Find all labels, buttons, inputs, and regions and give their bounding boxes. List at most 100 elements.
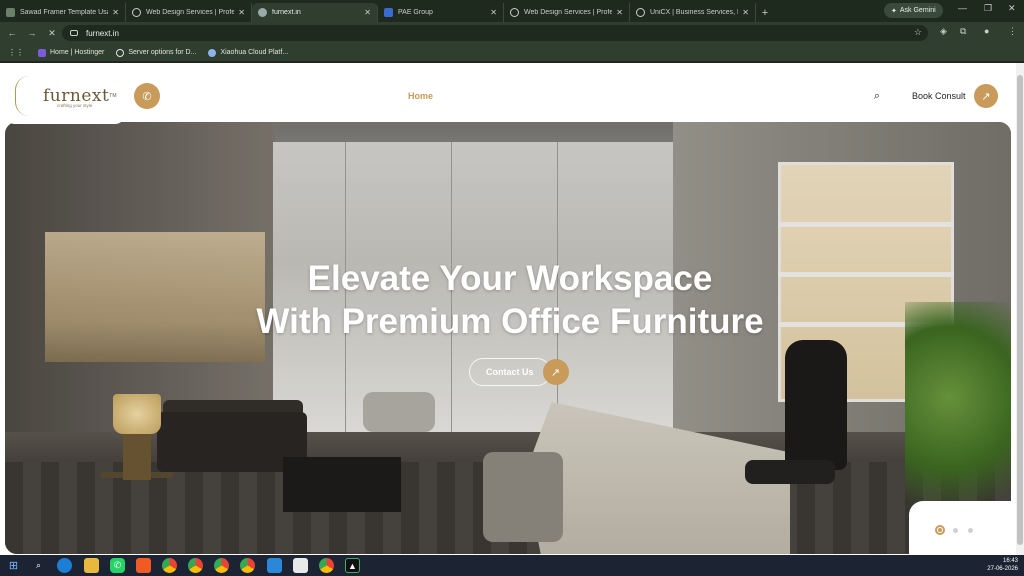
windows-start-icon[interactable]: ⊞ bbox=[6, 558, 21, 573]
address-bar[interactable]: furnext.in ☆ bbox=[62, 25, 928, 41]
slider-dot-2[interactable] bbox=[953, 528, 958, 533]
nav-products[interactable]: Products bbox=[584, 91, 623, 101]
site-info-icon[interactable] bbox=[70, 30, 78, 36]
book-consult-label: Book Consult bbox=[912, 91, 966, 101]
nav-home[interactable]: Home bbox=[408, 91, 433, 101]
file-explorer-icon[interactable] bbox=[84, 558, 99, 573]
chrome-icon[interactable] bbox=[188, 558, 203, 573]
page-viewport: furnext TM crafting your style ✆ +91-756… bbox=[0, 63, 1016, 555]
bookmark-item[interactable]: Server options for D... bbox=[116, 48, 197, 57]
scrollbar-thumb[interactable] bbox=[1017, 75, 1023, 545]
tab-title: UniCX | Business Services, Expe bbox=[650, 9, 738, 16]
phone-number: +91-75686-95111 bbox=[166, 91, 237, 101]
browser-tab-1[interactable]: Sawad Framer Template Usage ✕ bbox=[0, 3, 126, 22]
stop-loading-icon[interactable]: ✕ bbox=[44, 25, 60, 41]
tab-title: Sawad Framer Template Usage bbox=[20, 9, 108, 16]
pae-icon bbox=[384, 8, 393, 17]
bookmark-item[interactable]: Xiaohua Cloud Platf... bbox=[208, 48, 289, 57]
close-window-icon[interactable]: ✕ bbox=[1008, 3, 1016, 14]
url-text: furnext.in bbox=[86, 28, 119, 38]
site-favicon-icon bbox=[258, 8, 267, 17]
profile-icon[interactable]: ● bbox=[984, 26, 989, 36]
search-icon[interactable]: ⌕ bbox=[31, 558, 46, 573]
chrome-icon[interactable] bbox=[240, 558, 255, 573]
windows-taskbar: ⊞ ⌕ ✆ ▲ 16:43 27-06-2026 bbox=[0, 555, 1024, 576]
browser-tab-3[interactable]: furnext.in ✕ bbox=[252, 3, 378, 22]
close-icon[interactable]: ✕ bbox=[112, 8, 119, 17]
globe-icon bbox=[132, 8, 141, 17]
chrome-icon[interactable] bbox=[162, 558, 177, 573]
framer-icon bbox=[6, 8, 15, 17]
close-icon[interactable]: ✕ bbox=[238, 8, 245, 17]
bookmark-item[interactable]: Home | Hostinger bbox=[38, 48, 105, 57]
hero-contact-label: Contact Us bbox=[469, 358, 551, 386]
nav-our-services[interactable]: Our Services bbox=[511, 91, 567, 101]
phone-icon: ✆ bbox=[134, 83, 160, 109]
browser-tab-4[interactable]: PAE Group ✕ bbox=[378, 3, 504, 22]
phone-link[interactable]: ✆ +91-75686-95111 bbox=[134, 82, 244, 110]
hero-contact-button[interactable]: Contact Us ↗ bbox=[469, 358, 569, 386]
logo-tagline: crafting your style bbox=[57, 103, 93, 108]
close-icon[interactable]: ✕ bbox=[490, 8, 497, 17]
clock-date: 27-06-2026 bbox=[987, 566, 1018, 572]
notepad-icon[interactable] bbox=[293, 558, 308, 573]
page-scrollbar[interactable] bbox=[1016, 63, 1024, 555]
logo-mark-icon bbox=[15, 76, 41, 116]
menu-icon[interactable]: ⋮ bbox=[1008, 26, 1017, 37]
back-icon[interactable]: ← bbox=[4, 25, 20, 41]
cloud-icon bbox=[208, 48, 217, 57]
nav-contact-us[interactable]: Contact Us bbox=[642, 91, 690, 101]
slider-dot-3[interactable] bbox=[968, 528, 973, 533]
nav-about-us[interactable]: About Us bbox=[452, 91, 492, 101]
browser-tab-2[interactable]: Web Design Services | Professio ✕ bbox=[126, 3, 252, 22]
hero-headline: Elevate Your Workspace With Premium Offi… bbox=[160, 257, 860, 343]
tab-title: furnext.in bbox=[272, 9, 301, 16]
close-icon[interactable]: ✕ bbox=[364, 8, 371, 17]
apps-grid-icon[interactable]: ⋮⋮ bbox=[8, 48, 24, 57]
bookmark-label: Home | Hostinger bbox=[50, 49, 105, 56]
vscode-icon[interactable] bbox=[267, 558, 282, 573]
puzzle-icon[interactable]: ⧉ bbox=[960, 26, 966, 37]
new-tab-button[interactable]: + bbox=[756, 3, 774, 22]
search-icon: ⌕ bbox=[873, 89, 881, 102]
terminal-icon[interactable]: ▲ bbox=[345, 558, 360, 573]
nav-divider bbox=[258, 96, 268, 98]
minimize-icon[interactable]: — bbox=[958, 3, 967, 13]
close-icon[interactable]: ✕ bbox=[616, 8, 623, 17]
whatsapp-icon[interactable]: ✆ bbox=[110, 558, 125, 573]
system-clock[interactable]: 16:43 27-06-2026 bbox=[987, 557, 1018, 573]
edge-icon[interactable] bbox=[57, 558, 72, 573]
book-consult-button[interactable]: Book Consult ↗ bbox=[896, 82, 1000, 110]
tab-title: PAE Group bbox=[398, 9, 433, 16]
search-button[interactable]: ⌕ bbox=[864, 83, 890, 109]
nav-divider bbox=[732, 96, 742, 98]
globe-icon bbox=[636, 8, 645, 17]
browser-tab-5[interactable]: Web Design Services | Professio ✕ bbox=[504, 3, 630, 22]
globe-icon bbox=[116, 48, 125, 57]
bookmarks-bar: ⋮⋮ Home | Hostinger Server options for D… bbox=[0, 44, 1024, 62]
bookmark-label: Xiaohua Cloud Platf... bbox=[220, 49, 289, 56]
bookmark-star-icon[interactable]: ☆ bbox=[914, 27, 922, 38]
maximize-icon[interactable]: ❐ bbox=[984, 3, 992, 14]
tab-strip: Sawad Framer Template Usage ✕ Web Design… bbox=[0, 0, 1024, 22]
ask-gemini-label: Ask Gemini bbox=[899, 7, 936, 14]
close-icon[interactable]: ✕ bbox=[742, 8, 749, 17]
logo-trademark: TM bbox=[109, 93, 117, 99]
arrow-up-right-icon: ↗ bbox=[974, 84, 998, 108]
browser-tab-6[interactable]: UniCX | Business Services, Expe ✕ bbox=[630, 3, 756, 22]
globe-icon bbox=[510, 8, 519, 17]
tab-title: Web Design Services | Professio bbox=[146, 9, 235, 16]
hero-headline-line-1: Elevate Your Workspace bbox=[307, 259, 713, 298]
site-logo[interactable]: furnext TM crafting your style bbox=[5, 68, 125, 124]
brave-icon[interactable] bbox=[136, 558, 151, 573]
chrome-icon[interactable] bbox=[214, 558, 229, 573]
extension-icon[interactable]: ◈ bbox=[940, 26, 947, 37]
chrome-icon[interactable] bbox=[319, 558, 334, 573]
arrow-up-right-icon: ↗ bbox=[542, 359, 569, 385]
clock-time: 16:43 bbox=[1002, 558, 1018, 564]
slider-dot-1[interactable] bbox=[935, 525, 945, 535]
ask-gemini-button[interactable]: ✦ Ask Gemini bbox=[884, 3, 943, 18]
bookmark-label: Server options for D... bbox=[128, 49, 197, 56]
forward-icon[interactable]: → bbox=[24, 25, 40, 41]
tab-title: Web Design Services | Professio bbox=[524, 9, 613, 16]
